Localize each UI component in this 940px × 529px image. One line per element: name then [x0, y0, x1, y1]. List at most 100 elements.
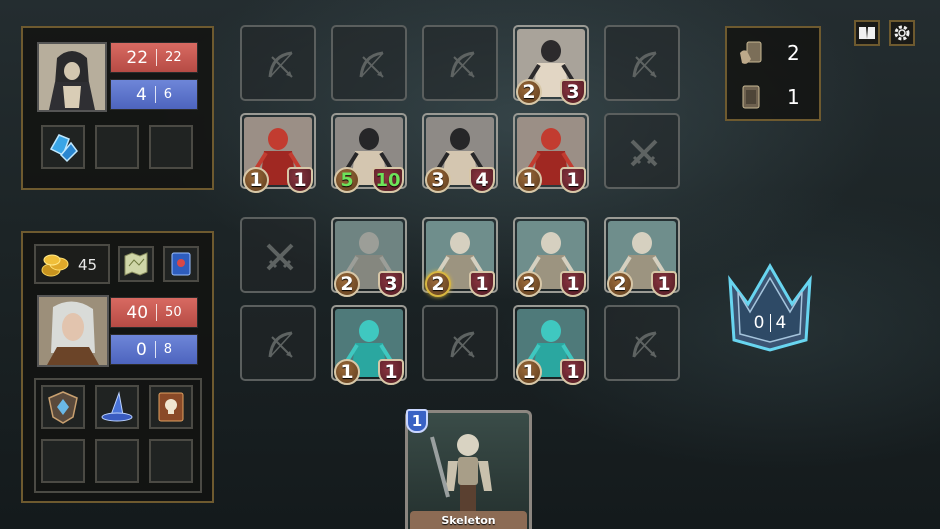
crossed-swords-icon	[266, 243, 294, 271]
equipment-slot-2[interactable]	[95, 385, 139, 429]
codex-button[interactable]	[854, 20, 880, 46]
enemy-back-row-empty-slot[interactable]	[331, 25, 407, 101]
crown-counter: 0 4	[718, 262, 822, 354]
player-panel: 45 40 50 08	[21, 231, 214, 503]
enemy-back-row-empty-slot[interactable]	[422, 25, 498, 101]
player-back-row-empty-slot[interactable]	[240, 305, 316, 381]
consumable-slot-2[interactable]	[163, 246, 199, 282]
blue-spellbook-icon	[171, 252, 191, 276]
bow-icon	[268, 51, 293, 78]
health-badge: 1	[378, 359, 404, 385]
enemy-hp-bar: 22 22	[110, 42, 198, 73]
health-badge: 3	[378, 271, 404, 297]
equipment-slot-5[interactable]	[95, 439, 139, 483]
deck-counter-panel: 2 1	[725, 26, 821, 121]
gold-coins-icon	[41, 254, 69, 277]
player-portrait[interactable]	[37, 295, 109, 367]
player-front-row-creature-skeleton[interactable]: 21	[604, 217, 680, 297]
attack-badge: 2	[607, 271, 633, 297]
health-badge: 1	[560, 359, 586, 385]
enemy-item-slot-2[interactable]	[95, 125, 139, 169]
bow-icon	[632, 331, 657, 358]
player-back-row-empty-slot[interactable]	[422, 305, 498, 381]
bow-icon	[450, 51, 475, 78]
player-back-row-empty-slot[interactable]	[604, 305, 680, 381]
attack-badge: 1	[516, 167, 542, 193]
attack-badge: 1	[243, 167, 269, 193]
bow-icon	[632, 51, 657, 78]
health-badge: 1	[560, 167, 586, 193]
enemy-portrait[interactable]	[37, 42, 107, 112]
deck-count: 1	[787, 85, 800, 109]
enemy-back-row-creature-hooded-priestess[interactable]: 23	[513, 25, 589, 105]
enemy-panel: 22 22 46	[21, 26, 214, 190]
consumable-slot-1[interactable]	[118, 246, 154, 282]
player-front-row-creature-skeleton[interactable]: 21	[422, 217, 498, 297]
enemy-front-row-creature-red-demon[interactable]: 11	[513, 113, 589, 193]
hooded-dark-knight-portrait	[39, 44, 105, 110]
enemy-front-row-creature-red-demon[interactable]: 11	[240, 113, 316, 193]
crown-current: 0	[753, 313, 765, 333]
enemy-hp-max: 22	[165, 50, 182, 65]
equipment-grid	[34, 378, 202, 493]
attack-badge: 2	[334, 271, 360, 297]
hand-cards-icon	[740, 41, 762, 64]
attack-badge: 1	[516, 359, 542, 385]
crown-icon	[728, 263, 812, 352]
equipment-slot-3[interactable]	[149, 385, 193, 429]
player-mana-max: 8	[163, 342, 173, 357]
attack-badge: 3	[425, 167, 451, 193]
bow-icon	[450, 331, 475, 358]
equipment-slot-4[interactable]	[41, 439, 85, 483]
crystal-shield-icon	[48, 391, 78, 424]
gear-icon	[894, 25, 910, 41]
player-front-row-empty-slot[interactable]	[240, 217, 316, 293]
silver-haired-elf-portrait	[39, 297, 107, 365]
player-front-row-creature-troll[interactable]: 23	[331, 217, 407, 297]
card-cost: 1	[411, 412, 423, 430]
attack-badge: 2	[516, 79, 542, 105]
player-hp-max: 50	[165, 305, 182, 320]
bow-icon	[268, 331, 293, 358]
blue-crystal-shard-icon	[49, 134, 78, 163]
enemy-front-row-empty-slot[interactable]	[604, 113, 680, 189]
card-cost-badge: 1	[406, 409, 428, 433]
deck-cards-icon	[742, 85, 760, 109]
health-badge: 4	[469, 167, 495, 193]
enemy-front-row-creature-dark-knight[interactable]: 5 10	[331, 113, 407, 193]
skeleton-card-art	[430, 434, 492, 511]
player-front-row-creature-skeleton[interactable]: 21	[513, 217, 589, 297]
health-badge: 3	[560, 79, 586, 105]
card-name-ribbon: Skeleton	[410, 511, 527, 529]
attack-badge: 2	[425, 271, 451, 297]
attack-badge: 5	[334, 167, 360, 193]
card-name: Skeleton	[441, 513, 496, 527]
bow-icon	[359, 51, 384, 78]
book-icon	[859, 27, 875, 39]
player-back-row-creature-spectral-ghoul[interactable]: 11	[331, 305, 407, 385]
player-mana-bar: 08	[110, 334, 198, 365]
enemy-item-slot-1[interactable]	[41, 125, 85, 169]
equipment-slot-6[interactable]	[149, 439, 193, 483]
player-hp-current: 40	[126, 302, 149, 323]
enemy-mana-current: 4	[135, 84, 147, 105]
enemy-item-slot-3[interactable]	[149, 125, 193, 169]
health-badge: 1	[651, 271, 677, 297]
enemy-mana-bar: 46	[110, 79, 198, 110]
player-mana-current: 0	[135, 339, 147, 360]
crossed-swords-icon	[630, 139, 658, 167]
equipment-slot-1[interactable]	[41, 385, 85, 429]
health-badge: 1	[469, 271, 495, 297]
enemy-back-row-empty-slot[interactable]	[604, 25, 680, 101]
wizard-hat-icon	[101, 391, 133, 422]
attack-badge: 2	[516, 271, 542, 297]
health-badge: 10	[372, 167, 404, 193]
player-back-row-creature-spectral-ghoul[interactable]: 11	[513, 305, 589, 385]
enemy-front-row-creature-dark-knight[interactable]: 34	[422, 113, 498, 193]
settings-button[interactable]	[889, 20, 915, 46]
skull-tome-icon	[158, 392, 184, 422]
enemy-hp-current: 22	[126, 47, 149, 68]
hand-card[interactable]: 1 Skeleton	[405, 409, 532, 529]
enemy-mana-max: 6	[163, 87, 173, 102]
enemy-back-row-empty-slot[interactable]	[240, 25, 316, 101]
